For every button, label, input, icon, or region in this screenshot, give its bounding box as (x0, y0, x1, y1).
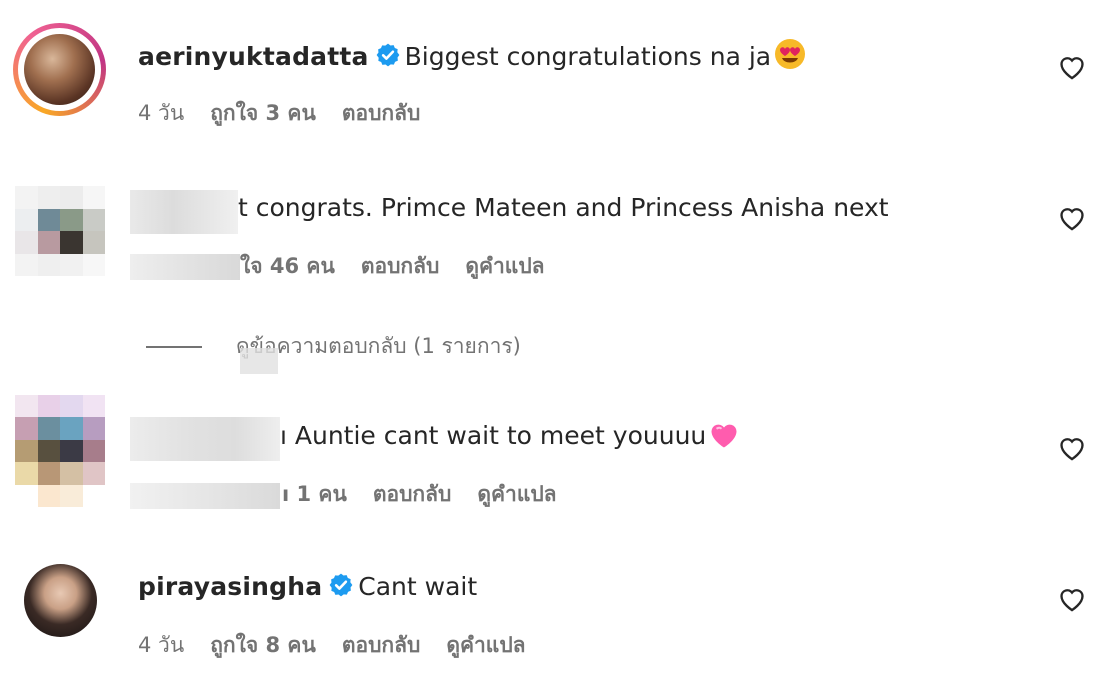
comment-3: ı Auntie cant wait to meet youuuu ı 1 คน… (0, 385, 1113, 535)
avatar[interactable] (15, 186, 105, 276)
avatar[interactable] (13, 23, 106, 116)
comment-text: t congrats. Primce Mateen and Princess A… (238, 193, 889, 222)
comment-line: t congrats. Primce Mateen and Princess A… (238, 193, 889, 222)
avatar[interactable] (15, 395, 105, 507)
comment-text: Cant wait (358, 572, 478, 601)
reply-button[interactable]: ตอบกลับ (342, 101, 421, 125)
heart-eyes-emoji-icon (775, 39, 806, 69)
reply-button[interactable]: ตอบกลับ (361, 254, 440, 278)
likes-count[interactable]: ถูกใจ 3 คน (210, 101, 316, 125)
divider-line (146, 346, 202, 348)
verified-badge-icon (376, 43, 399, 67)
blurred-meta (130, 254, 240, 280)
blurred-username (130, 190, 238, 234)
comment-text: ı Auntie cant wait to meet youuuu (280, 421, 707, 450)
like-heart-icon[interactable] (1058, 205, 1086, 231)
comment-1: aerinyuktadatta Biggest congratulations n… (0, 0, 1113, 150)
pink-heart-emoji-icon (711, 424, 737, 448)
likes-count[interactable]: ถูกใจ 8 คน (210, 633, 316, 657)
likes-count[interactable]: ใจ 46 คน (240, 254, 335, 278)
reply-button[interactable]: ตอบกลับ (373, 482, 452, 506)
comment-line: ı Auntie cant wait to meet youuuu (280, 421, 739, 450)
comment-text: Biggest congratulations na ja (404, 42, 772, 71)
view-replies-button[interactable]: ดูข้อความตอบกลับ (1 รายการ) (146, 330, 521, 363)
comment-meta: 4 วัน ถูกใจ 3 คน ตอบกลับ (138, 97, 446, 130)
username[interactable]: aerinyuktadatta (138, 42, 369, 71)
blurred-username (130, 417, 280, 461)
blurred-meta (130, 483, 280, 509)
username[interactable]: pirayasingha (138, 572, 322, 601)
blurred-overlay (240, 348, 278, 374)
view-replies-label: ดูข้อความตอบกลับ (1 รายการ) (236, 334, 521, 358)
like-heart-icon[interactable] (1058, 54, 1086, 80)
avatar[interactable] (24, 564, 97, 637)
comment-time: 4 วัน (138, 633, 185, 657)
like-heart-icon[interactable] (1058, 435, 1086, 461)
comment-time: 4 วัน (138, 101, 185, 125)
comment-meta: ı 1 คน ตอบกลับ ดูคำแปล (282, 478, 583, 511)
reply-button[interactable]: ตอบกลับ (342, 633, 421, 657)
comment-2: t congrats. Primce Mateen and Princess A… (0, 150, 1113, 320)
translate-button[interactable]: ดูคำแปล (477, 482, 556, 506)
comment-meta: 4 วัน ถูกใจ 8 คน ตอบกลับ ดูคำแปล (138, 629, 552, 662)
verified-badge-icon (329, 573, 353, 597)
comment-4: pirayasingha Cant wait 4 วัน ถูกใจ 8 คน ตอบ… (0, 540, 1113, 678)
comment-line: aerinyuktadatta Biggest congratulations n… (138, 38, 806, 71)
translate-button[interactable]: ดูคำแปล (446, 633, 525, 657)
likes-count[interactable]: ı 1 คน (282, 482, 347, 506)
like-heart-icon[interactable] (1058, 586, 1086, 612)
comment-line: pirayasingha Cant wait (138, 572, 477, 601)
comment-meta: ใจ 46 คน ตอบกลับ ดูคำแปล (240, 250, 571, 283)
translate-button[interactable]: ดูคำแปล (465, 254, 544, 278)
